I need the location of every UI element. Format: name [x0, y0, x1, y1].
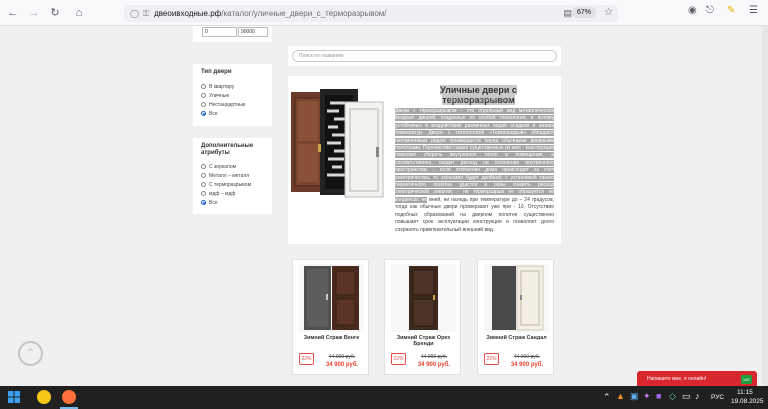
radio-checked-icon[interactable] — [201, 111, 206, 116]
new-price: 34 900 руб. — [510, 362, 544, 368]
browser-toolbar: ← → ↻ ⌂ ◯ ⚿ двеоивходные.рф/каталог/улич… — [0, 0, 768, 26]
url-host: двеоивходные.рф — [154, 9, 222, 18]
price-filter: 0 90000 — [193, 26, 272, 42]
product-card[interactable]: Зимний Страж Сандал 22% 44 900 руб. 34 9… — [477, 259, 554, 375]
product-image[interactable] — [391, 264, 456, 332]
product-name[interactable]: Зимний Страж Орех Бренди — [387, 335, 460, 347]
new-price: 34 900 руб. — [417, 362, 451, 368]
product-image[interactable] — [299, 264, 364, 332]
product-image[interactable] — [484, 264, 549, 332]
radio-icon[interactable] — [201, 191, 206, 196]
scrollbar[interactable] — [762, 26, 768, 386]
radio-icon[interactable] — [201, 164, 206, 169]
address-bar[interactable]: ◯ ⚿ двеоивходные.рф/каталог/уличные_двер… — [124, 5, 618, 22]
product-card[interactable]: Зимний Страж Венге 22% 44 900 руб. 34 90… — [292, 259, 369, 375]
app-icon[interactable] — [37, 390, 51, 404]
filter-title: Дополнительные атрибуты — [201, 143, 254, 156]
option-mirror[interactable]: С зеркалом — [193, 162, 272, 171]
discount-badge: 22% — [299, 353, 314, 365]
home-icon[interactable]: ⌂ — [71, 5, 87, 21]
clock-time[interactable]: 11:15 — [737, 389, 753, 396]
door-type-filter: Тип двери В квартиру Уличные Нестандартн… — [193, 64, 272, 126]
price-to-input[interactable]: 90000 — [238, 27, 268, 37]
product-name[interactable]: Зимний Страж Сандал — [480, 335, 553, 341]
volume-icon[interactable]: ♪ — [695, 391, 700, 401]
search-input[interactable]: Поиск по названию — [292, 50, 557, 62]
bookmark-star-icon[interactable]: ☆ — [604, 7, 613, 18]
firefox-icon[interactable] — [62, 390, 76, 404]
tray-app-icon[interactable]: ◇ — [669, 391, 676, 402]
extras-options: С зеркалом Металл – металл С терморазрыв… — [193, 162, 272, 207]
new-price: 34 900 руб. — [325, 362, 359, 368]
reload-icon[interactable]: ↻ — [47, 5, 63, 21]
category-description: Двери с терморазрывом – это отдельный ви… — [395, 108, 554, 234]
option-all[interactable]: Все — [193, 198, 272, 207]
option-apartment[interactable]: В квартиру — [193, 82, 272, 91]
tracking-shield-icon[interactable]: ◯ — [130, 9, 139, 18]
tray-app-icon[interactable]: ■ — [656, 391, 661, 401]
radio-icon[interactable] — [201, 84, 206, 89]
discount-badge: 22% — [484, 353, 499, 365]
old-price: 44 900 руб. — [513, 354, 541, 360]
windows-taskbar: ⌃ ▲ ▣ ✦ ■ ◇ ▭ ♪ РУС 11:15 19.08.2025 — [0, 386, 768, 409]
option-street[interactable]: Уличные — [193, 91, 272, 100]
old-price: 44 900 руб. — [420, 354, 448, 360]
extensions-icon[interactable]: ⎋ — [706, 5, 714, 16]
filter-title: Тип двери — [201, 69, 232, 75]
windows-start-icon[interactable] — [8, 391, 20, 403]
extras-filter: Дополнительные атрибуты С зеркалом Метал… — [193, 138, 272, 214]
door-type-options: В квартиру Уличные Нестандартные Все — [193, 82, 272, 118]
radio-icon[interactable] — [201, 182, 206, 187]
url-path: /каталог/уличные_двери_с_терморазрывом/ — [221, 9, 387, 18]
chat-icon[interactable]: ЧАТ — [741, 375, 752, 384]
reader-view-icon[interactable]: ▤ — [563, 8, 572, 19]
account-icon[interactable]: ◉ — [688, 5, 697, 16]
back-arrow-icon[interactable]: ← — [5, 5, 21, 21]
option-all[interactable]: Все — [193, 109, 272, 118]
option-metal-metal[interactable]: Металл – металл — [193, 171, 272, 180]
lock-icon[interactable]: ⚿ — [143, 9, 149, 19]
option-nonstandard[interactable]: Нестандартные — [193, 100, 272, 109]
product-card[interactable]: Зимний Страж Орех Бренди 22% 44 900 руб.… — [384, 259, 461, 375]
option-mdf-mdf[interactable]: мдф – мдф — [193, 189, 272, 198]
clock-date[interactable]: 19.08.2025 — [731, 398, 764, 405]
radio-icon[interactable] — [201, 173, 206, 178]
radio-checked-icon[interactable] — [201, 200, 206, 205]
page-content: 0 90000 Тип двери В квартиру Уличные Нес… — [0, 26, 768, 386]
tray-app-icon[interactable]: ✦ — [643, 391, 651, 402]
category-price-range: 30 000 - 90 000 рублей — [446, 98, 511, 104]
scroll-up-button[interactable]: ⌃ — [18, 341, 43, 366]
category-doors-image — [291, 89, 384, 198]
forward-arrow-icon[interactable]: → — [26, 5, 42, 21]
chevron-up-icon[interactable]: ⌃ — [603, 392, 611, 403]
radio-icon[interactable] — [201, 93, 206, 98]
option-thermal-break[interactable]: С терморазрывом — [193, 180, 272, 189]
tray-app-icon[interactable]: ▲ — [616, 391, 625, 401]
old-price: 44 900 руб. — [328, 354, 356, 360]
tray-app-icon[interactable]: ▣ — [630, 391, 639, 402]
price-from-input[interactable]: 0 — [202, 27, 237, 37]
pin-extension-icon[interactable]: ✎ — [727, 5, 735, 16]
selected-text: Двери с терморазрывом – это отдельный ви… — [395, 108, 554, 203]
language-indicator[interactable]: РУС — [711, 394, 724, 401]
search-panel: Поиск по названию — [288, 46, 561, 66]
product-name[interactable]: Зимний Страж Венге — [295, 335, 368, 341]
radio-icon[interactable] — [201, 102, 206, 107]
zoom-level-badge[interactable]: 67% — [571, 7, 596, 18]
discount-badge: 22% — [391, 353, 406, 365]
chat-widget-text[interactable]: Напишите мне, я онлайн! — [647, 376, 706, 382]
menu-icon[interactable]: ☰ — [749, 5, 758, 16]
battery-icon[interactable]: ▭ — [682, 391, 691, 402]
